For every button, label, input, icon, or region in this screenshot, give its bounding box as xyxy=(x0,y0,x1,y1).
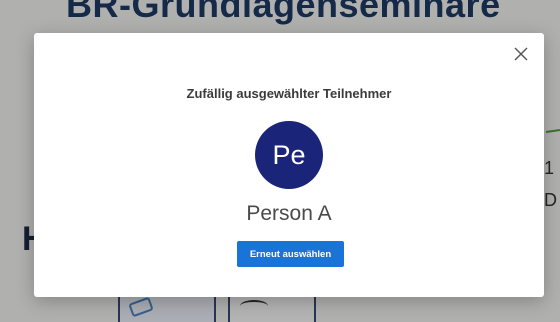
close-button[interactable] xyxy=(512,45,530,63)
avatar-initials: Pe xyxy=(272,139,306,170)
avatar: Pe xyxy=(255,121,323,189)
dialog-title: Zufällig ausgewählter Teilnehmer xyxy=(186,86,392,101)
reselect-button[interactable]: Erneut auswählen xyxy=(237,241,344,267)
selected-person-name: Person A xyxy=(246,202,332,225)
random-participant-dialog: Zufällig ausgewählter Teilnehmer Pe Pers… xyxy=(34,33,544,297)
close-icon xyxy=(514,47,528,61)
